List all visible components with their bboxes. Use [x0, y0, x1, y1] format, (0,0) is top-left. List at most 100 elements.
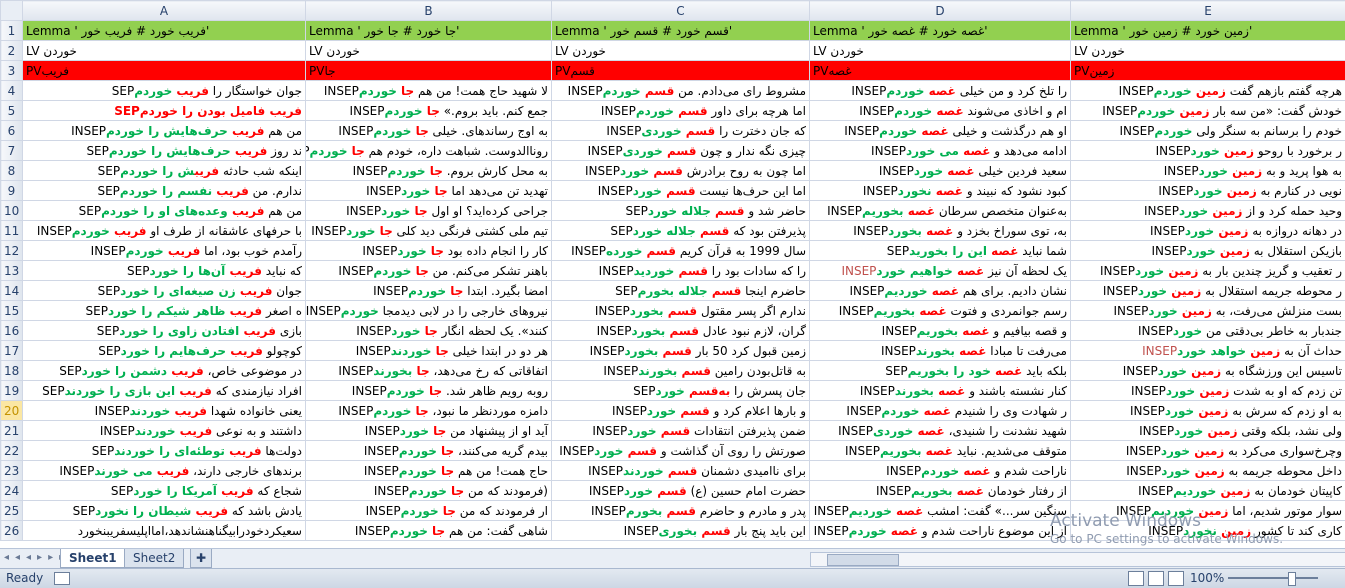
row-number[interactable]: 4 — [1, 81, 23, 101]
cell-e6[interactable]: خودم را برسانم به سنگر ولی خوردمINSEP — [1071, 121, 1345, 141]
cell-e15[interactable]: بست منزلش می‌رفت، به زمین خوردINSEP — [1071, 301, 1345, 321]
tab-sheet2[interactable]: Sheet2 — [124, 549, 184, 568]
cell-b19[interactable]: روبه رویم ظاهر شد. جا خوردمINSEP — [306, 381, 552, 401]
cell-b12[interactable]: کار را انجام داده بود جا خوردINSEP — [306, 241, 552, 261]
cell-b26[interactable]: شاهی گفت: من هم جا خوردمINSEP — [306, 521, 552, 541]
cell-e22[interactable]: وچرخ‌سواری می‌کرد به زمین خوردINSEP — [1071, 441, 1345, 461]
row-number[interactable]: 10 — [1, 201, 23, 221]
cell-b11[interactable]: تیم ملی کشتی فرنگی دید کلی جا خوردINSEP — [306, 221, 552, 241]
cell-d23[interactable]: ناراحت شدم و غصه خوردمINSEP — [810, 461, 1071, 481]
cell-a6[interactable]: من هم فریب حرف‌هایش را خوردمINSEP — [23, 121, 306, 141]
macro-record-icon[interactable] — [54, 572, 70, 585]
row-number[interactable]: 7 — [1, 141, 23, 161]
cell-a26[interactable]: سعیکردخودرابیگناهنشاندهد،امااپلیسفریبنخو… — [23, 521, 306, 541]
cell-a9[interactable]: ندارم. من فریب نفسم را خوردمSEP — [23, 181, 306, 201]
cell-d24[interactable]: از رفتار خودمان غصه بخوریمINSEP — [810, 481, 1071, 501]
cell-e24[interactable]: کاپیتان خودمان به زمین خوردیمINSEP — [1071, 481, 1345, 501]
row-number[interactable]: 13 — [1, 261, 23, 281]
cell-b17[interactable]: هر دو در ابتدا خیلی جا خوردندINSEP — [306, 341, 552, 361]
cell-b15[interactable]: نیروهای خارجی را در لابی دیدمجا خوردمINS… — [306, 301, 552, 321]
row-number[interactable]: 3 — [1, 61, 23, 81]
cell-c22[interactable]: صورتش را روی آن گذاشت و قسم خوردINSEP — [552, 441, 810, 461]
normal-view-icon[interactable] — [1128, 571, 1144, 586]
cell-c19[interactable]: جان پسرش را به‌قسم خوردSEP — [552, 381, 810, 401]
cell-e13[interactable]: ر تعقیب و گریز چندین بار به زمین خوردINS… — [1071, 261, 1345, 281]
cell-d9[interactable]: کبود نشود که نبیند و غصه نخوردINSEP — [810, 181, 1071, 201]
zoom-slider-knob[interactable] — [1288, 572, 1296, 586]
row-number[interactable]: 5 — [1, 101, 23, 121]
cell-c21[interactable]: ضمن پذیرفتن انتقادات قسم خوردINSEP — [552, 421, 810, 441]
row-number[interactable]: 19 — [1, 381, 23, 401]
row-number[interactable]: 23 — [1, 461, 23, 481]
cell-d7[interactable]: ادامه می‌دهد و غصه می خوردINSEP — [810, 141, 1071, 161]
row-number[interactable]: 17 — [1, 341, 23, 361]
cell-a21[interactable]: داشتند و به نوعی فریب خوردندINSEP — [23, 421, 306, 441]
cell-a8[interactable]: اینکه شب حادثه فریبش را خوردمSEP — [23, 161, 306, 181]
cell-b3[interactable]: جاPV — [306, 61, 552, 81]
cell-a24[interactable]: شجاع که فریب آمریکا را خوردSEP — [23, 481, 306, 501]
cell-d11[interactable]: به، توی سوراخ بخزد و غصه بخوردINSEP — [810, 221, 1071, 241]
cell-d13[interactable]: یک لحظه آن نیز غصه خواهیم خوردINSEP — [810, 261, 1071, 281]
cell-a19[interactable]: افراد نیازمندی که فریب این بازی را خوردن… — [23, 381, 306, 401]
row-number[interactable]: 26 — [1, 521, 23, 541]
tab-sheet1[interactable]: Sheet1 — [60, 549, 126, 568]
cell-c12[interactable]: سال 1999 به قرآن کریم قسم خوردهINSEP — [552, 241, 810, 261]
row-number[interactable]: 24 — [1, 481, 23, 501]
cell-d21[interactable]: شهید نشدنت را شنیدی، غصه خوردیINSEP — [810, 421, 1071, 441]
scrollbar-thumb[interactable] — [827, 554, 899, 566]
column-header-a[interactable]: A — [23, 1, 306, 21]
cell-a3[interactable]: فریبPV — [23, 61, 306, 81]
cell-e21[interactable]: ولی نشد، بلکه وقتی زمین خوردINSEP — [1071, 421, 1345, 441]
zoom-level[interactable]: 100% — [1190, 569, 1224, 588]
cell-d6[interactable]: او هم درگذشت و خیلی غصه خوردمINSEP — [810, 121, 1071, 141]
cell-b4[interactable]: لا شهید حاج همت! من هم جا خوردمINSEP — [306, 81, 552, 101]
cell-e1[interactable]: 'زمین خورد # زمین خور ' Lemma — [1071, 21, 1345, 41]
row-number[interactable]: 12 — [1, 241, 23, 261]
cell-e8[interactable]: به هوا پرید و به زمین خوردINSEP — [1071, 161, 1345, 181]
cell-a7[interactable]: ند روز فریب حرف‌هایش را خوردمSEP — [23, 141, 306, 161]
cell-e14[interactable]: ر محوطه جریمه استقلال به زمین خوردINSEP — [1071, 281, 1345, 301]
cell-b24[interactable]: (فرمودند که من جا خوردمINSEP — [306, 481, 552, 501]
page-layout-icon[interactable] — [1148, 571, 1164, 586]
cell-e2[interactable]: خوردن LV — [1071, 41, 1345, 61]
cell-b18[interactable]: اتفاقاتی که رخ می‌دهد، جا بخورندINSEP — [306, 361, 552, 381]
cell-b10[interactable]: جراحی کرده‌اید؟ او اول جا خوردINSEP — [306, 201, 552, 221]
cell-d19[interactable]: کنار نشسته باشند و غصه بخورندINSEP — [810, 381, 1071, 401]
cell-e18[interactable]: تاسیس این ورزشگاه به زمین خوردINSEP — [1071, 361, 1345, 381]
cell-e4[interactable]: هرچه گفتم بازهم گفت زمین خوردمINSEP — [1071, 81, 1345, 101]
cell-b14[interactable]: امضا بگیرد. ابتدا جا خوردمINSEP — [306, 281, 552, 301]
cell-e17[interactable]: حداث آن به زمین خواهد خوردINSEP — [1071, 341, 1345, 361]
row-number[interactable]: 25 — [1, 501, 23, 521]
cell-d10[interactable]: به‌عنوان متخصص سرطان غصه بخوریمINSEP — [810, 201, 1071, 221]
cell-a22[interactable]: دولت‌ها فریب توطئه‌ای را خوردندSEP — [23, 441, 306, 461]
column-header-e[interactable]: E — [1071, 1, 1345, 21]
cell-c25[interactable]: پدر و مادرم و حاضرم قسم بخورمINSEP — [552, 501, 810, 521]
cell-e23[interactable]: داخل محوطه جریمه به زمین خوردINSEP — [1071, 461, 1345, 481]
row-number[interactable]: 18 — [1, 361, 23, 381]
cell-b23[interactable]: حاج همت! من هم جا خوردمINSEP — [306, 461, 552, 481]
cell-d26[interactable]: از این موضوع ناراحت شدم و غصه خوردمINSEP — [810, 521, 1071, 541]
row-number[interactable]: 22 — [1, 441, 23, 461]
cell-c4[interactable]: مشروط رای می‌دادم. من قسم خوردمINSEP — [552, 81, 810, 101]
cell-c15[interactable]: ندارم اگر پسر مقتول قسم بخوردINSEP — [552, 301, 810, 321]
cell-c11[interactable]: پذیرفتن بود که قسم جلاله خوردSEP — [552, 221, 810, 241]
cell-c13[interactable]: را که سادات بود را قسم خوردیدINSEP — [552, 261, 810, 281]
cell-d16[interactable]: و قصه بیافیم و غصه بخوریمINSEP — [810, 321, 1071, 341]
cell-e19[interactable]: تن زدم که او به شدت زمین خوردINSEP — [1071, 381, 1345, 401]
cell-c5[interactable]: اما هرچه برای داور قسم خوردمINSEP — [552, 101, 810, 121]
cell-b20[interactable]: دامزه موردنظر ما نبود، جا خوردمINSEP — [306, 401, 552, 421]
cell-a13[interactable]: که نباید فریب آن‌ها را خوردSEP — [23, 261, 306, 281]
cell-c9[interactable]: اما این حرف‌ها نیست قسم خوردINSEP — [552, 181, 810, 201]
horizontal-scrollbar[interactable] — [810, 552, 1345, 567]
cell-d5[interactable]: ام و اخاذی می‌شوند غصه خوردمINSEP — [810, 101, 1071, 121]
cell-a15[interactable]: ه اصغر فریب ظاهر شیکم را خوردSEP — [23, 301, 306, 321]
cell-c20[interactable]: و بارها اعلام کرد و قسم خوردINSEP — [552, 401, 810, 421]
cell-c17[interactable]: زمین قبول کرد 50 بار قسم بخوردINSEP — [552, 341, 810, 361]
cell-b22[interactable]: بیدم گریه می‌کنند، جا خوردمINSEP — [306, 441, 552, 461]
cell-c26[interactable]: این باید پنج بار قسم بخوریINSEP — [552, 521, 810, 541]
cell-c3[interactable]: قسمPV — [552, 61, 810, 81]
cell-d17[interactable]: می‌رفت تا مبادا غصه بخورندINSEP — [810, 341, 1071, 361]
cell-c8[interactable]: اما چون به روح برادرش قسم خوردINSEP — [552, 161, 810, 181]
cell-d22[interactable]: متوقف می‌شدیم. نباید غصه بخوریمINSEP — [810, 441, 1071, 461]
row-number[interactable]: 9 — [1, 181, 23, 201]
